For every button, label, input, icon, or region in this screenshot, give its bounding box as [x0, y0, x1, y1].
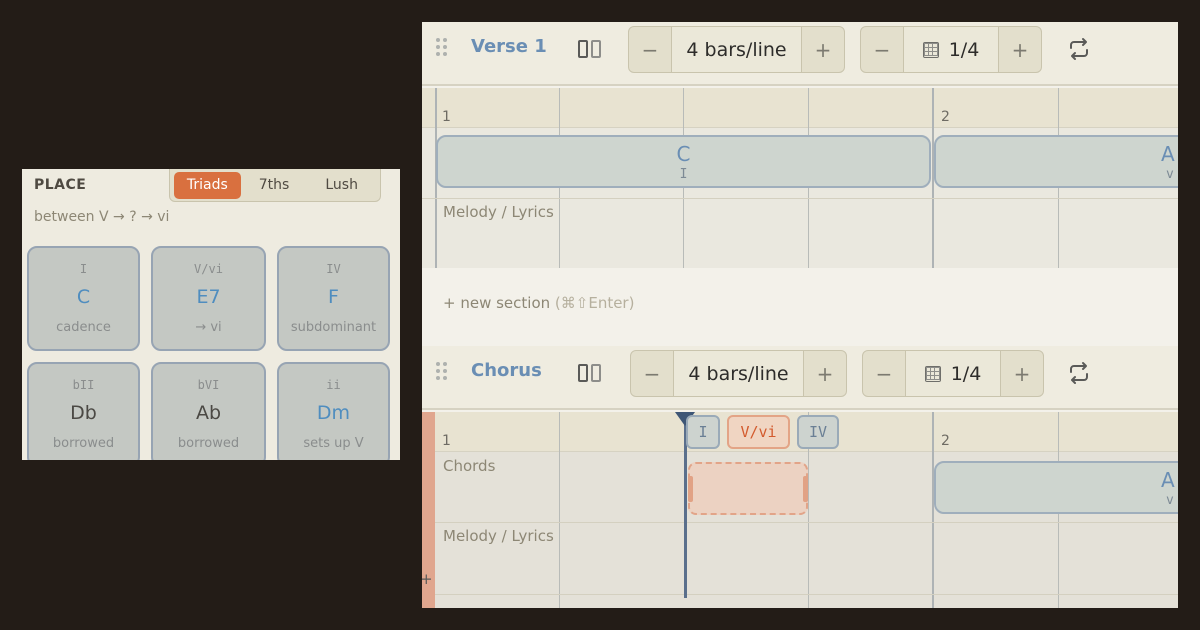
suggestion-chip-active[interactable]: V/vi — [727, 415, 790, 449]
chord-card[interactable]: V/vi E7 → vi — [151, 246, 266, 351]
chord-card-name: F — [328, 286, 339, 308]
grid-value: 1/4 — [948, 38, 980, 61]
bars-decrease-button[interactable]: − — [631, 351, 673, 396]
bar-ruler — [422, 88, 1178, 128]
resize-handle-left[interactable] — [688, 476, 693, 502]
chord-card-desc: cadence — [56, 320, 111, 335]
chord-block[interactable]: A v — [934, 461, 1178, 514]
bars-increase-button[interactable]: + — [802, 27, 844, 72]
chord-block[interactable]: C I — [436, 135, 931, 188]
bar-number: 2 — [941, 433, 950, 449]
grid-stepper: − 1/4 + — [862, 350, 1044, 397]
new-section-label: + new section — [443, 294, 551, 312]
grid-icon — [922, 41, 939, 58]
voicing-tab-triads[interactable]: Triads — [174, 171, 241, 199]
bars-per-line-value: 4 bars/line — [671, 27, 802, 72]
song-editor: Verse 1 − 4 bars/line + − 1/4 + 1 2 C I … — [422, 22, 1178, 608]
chord-card-grid: I C cadence V/vi E7 → vi IV F subdominan… — [27, 246, 391, 460]
chord-card-roman: I — [79, 262, 88, 276]
loop-icon[interactable] — [1066, 36, 1092, 62]
resize-handle-right[interactable] — [803, 476, 808, 502]
section-header: Chorus − 4 bars/line + − 1/4 + — [422, 346, 1178, 410]
chord-card[interactable]: IV F subdominant — [277, 246, 390, 351]
suggestion-chip[interactable]: I — [686, 415, 720, 449]
voicing-tab-7ths[interactable]: 7ths — [241, 172, 308, 199]
grid-decrease-button[interactable]: − — [863, 351, 905, 396]
chord-block-name: A — [1161, 142, 1175, 166]
suggestion-chip[interactable]: IV — [797, 415, 839, 449]
section-bars: 1 2 C I A v Melody / Lyrics — [422, 88, 1178, 268]
chord-block-roman: v — [1166, 167, 1174, 182]
chord-card-roman: IV — [326, 262, 341, 276]
grid-value: 1/4 — [950, 362, 982, 385]
grid-value-box: 1/4 — [903, 27, 999, 72]
chord-card-desc: borrowed — [177, 436, 240, 451]
add-row-icon[interactable]: + — [422, 570, 433, 588]
row-label-chords[interactable]: Chords — [443, 457, 495, 475]
bars-increase-button[interactable]: + — [804, 351, 846, 396]
chord-card-desc: borrowed — [52, 436, 115, 451]
palette-context: between V → ? → vi — [34, 209, 170, 225]
grid-value-box: 1/4 — [905, 351, 1001, 396]
chord-card-roman: bVI — [197, 378, 220, 392]
chord-card[interactable]: I C cadence — [27, 246, 140, 351]
chord-block-roman: I — [679, 167, 688, 182]
drag-handle-icon[interactable] — [436, 362, 448, 384]
section-header: Verse 1 − 4 bars/line + − 1/4 + — [422, 22, 1178, 86]
chord-block-roman: v — [1166, 493, 1174, 508]
row-label-melody[interactable]: Melody / Lyrics — [443, 203, 554, 221]
bars-per-line-value: 4 bars/line — [673, 351, 804, 396]
bar-number: 2 — [941, 109, 950, 125]
new-section-button[interactable]: + new section (⌘⇧Enter) — [443, 294, 634, 312]
chord-card-desc: subdominant — [290, 320, 377, 335]
grid-icon — [924, 365, 941, 382]
section-name[interactable]: Verse 1 — [471, 36, 547, 57]
chord-card-roman: V/vi — [194, 262, 223, 276]
chord-card-name: Ab — [195, 402, 222, 424]
chord-palette: PLACE Triads 7ths Lush between V → ? → v… — [22, 169, 400, 460]
chord-card[interactable]: bII Db borrowed — [27, 362, 140, 460]
grid-increase-button[interactable]: + — [1001, 351, 1043, 396]
chord-card-name: E7 — [196, 286, 221, 308]
grid-decrease-button[interactable]: − — [861, 27, 903, 72]
section-name[interactable]: Chorus — [471, 360, 542, 381]
voicing-tab-lush[interactable]: Lush — [307, 172, 376, 199]
chord-block[interactable]: A v — [934, 135, 1178, 188]
chord-card-name: Db — [70, 402, 97, 424]
chord-card-name: Dm — [316, 402, 351, 424]
bar-number: 1 — [442, 433, 451, 449]
chord-card-name: C — [76, 286, 91, 308]
chord-drop-zone[interactable] — [688, 462, 808, 515]
chord-block-name: C — [676, 142, 691, 166]
split-layout-icon[interactable] — [578, 364, 602, 382]
split-layout-icon[interactable] — [578, 40, 602, 58]
chord-card-desc: → vi — [195, 320, 222, 335]
chord-card-desc: sets up V — [303, 436, 364, 451]
new-section-shortcut: (⌘⇧Enter) — [554, 294, 635, 312]
grid-stepper: − 1/4 + — [860, 26, 1042, 73]
palette-title: PLACE — [34, 177, 87, 193]
chord-card-roman: bII — [72, 378, 95, 392]
chord-card[interactable]: ii Dm sets up V — [277, 362, 390, 460]
bars-per-line-stepper: − 4 bars/line + — [630, 350, 847, 397]
row-label-melody[interactable]: Melody / Lyrics — [443, 527, 554, 545]
chord-block-name: A — [1161, 468, 1175, 492]
chord-card[interactable]: bVI Ab borrowed — [151, 362, 266, 460]
grid-increase-button[interactable]: + — [999, 27, 1041, 72]
bars-per-line-stepper: − 4 bars/line + — [628, 26, 845, 73]
chord-card-roman: ii — [326, 378, 341, 392]
bars-decrease-button[interactable]: − — [629, 27, 671, 72]
loop-icon[interactable] — [1066, 360, 1092, 386]
voicing-selector: Triads 7ths Lush — [169, 169, 381, 202]
bar-number: 1 — [442, 109, 451, 125]
drag-handle-icon[interactable] — [436, 38, 448, 60]
